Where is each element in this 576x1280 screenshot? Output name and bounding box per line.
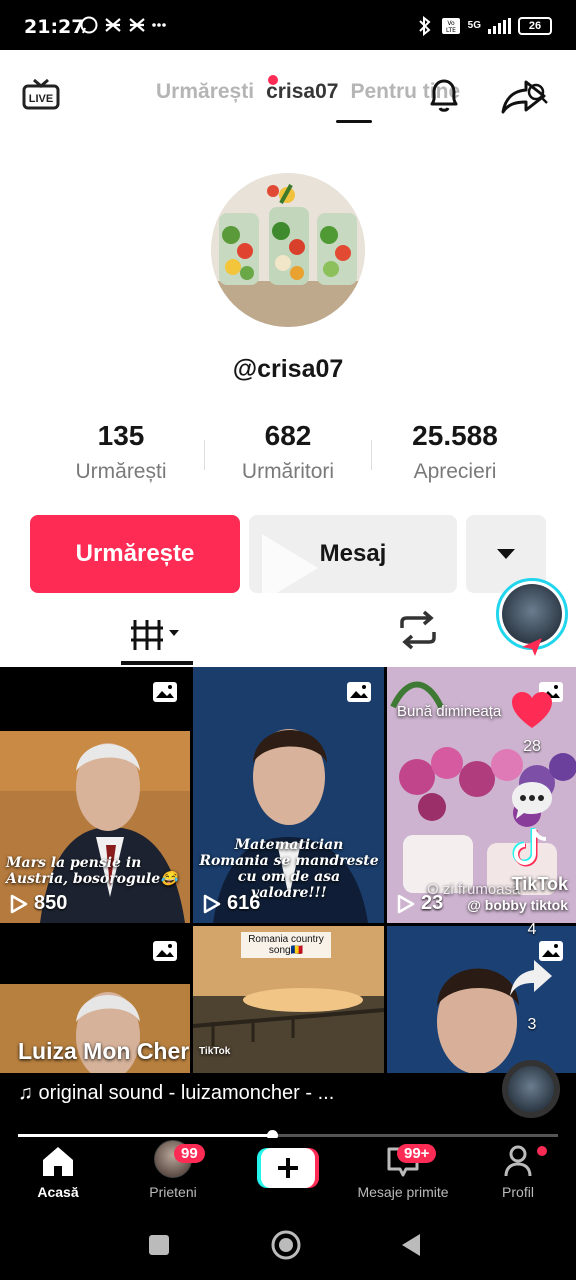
- bell-icon[interactable]: [424, 76, 464, 116]
- home-button[interactable]: [270, 1229, 302, 1261]
- svg-text:LIVE: LIVE: [29, 93, 53, 105]
- profile-username: @crisa07: [232, 355, 344, 383]
- notification-dot: [268, 75, 278, 85]
- handle-overlay: crisa07: [266, 80, 339, 103]
- tab-videos[interactable]: [121, 610, 193, 660]
- tab-home[interactable]: Acasă: [18, 1138, 98, 1210]
- play-icon: [262, 534, 318, 602]
- view-count-value: 23: [421, 892, 444, 914]
- svg-text:LTE: LTE: [446, 27, 456, 34]
- friends-badge: 99: [174, 1144, 205, 1163]
- play-count-icon: [10, 894, 28, 913]
- photo-mode-icon: [153, 682, 177, 702]
- caret-down-icon: [497, 549, 515, 559]
- sound-title[interactable]: ♫ original sound - luizamoncher - ...: [18, 1082, 334, 1105]
- network-type: 5G: [467, 20, 481, 31]
- profile-stats: 135 Urmărești 682 Urmăritori 25.588 Apre…: [37, 420, 539, 490]
- sound-bar: ♫ original sound - luizamoncher - ...: [0, 1073, 576, 1141]
- stat-label: Aprecieri: [413, 460, 497, 483]
- tab-profile-label: Profil: [502, 1184, 534, 1200]
- watermark-handle: @ bobby tiktok: [467, 897, 568, 913]
- status-time: 21:27: [24, 16, 85, 38]
- profile-panel: LIVE Urmărești crisa07 Pentru tine @cris…: [0, 50, 576, 667]
- avatar-photo: [211, 173, 365, 327]
- tiktok-logo-icon: [512, 828, 547, 867]
- tiktok-watermark: TikTok @ bobby tiktok: [448, 874, 568, 913]
- follow-button[interactable]: Urmărește: [30, 515, 240, 593]
- video-thumbnail[interactable]: Romania country song🇷🇴 TikTok: [193, 926, 384, 1073]
- system-nav-bar: [0, 1210, 576, 1280]
- status-bar: 21:27 Vo LTE 5G 26: [0, 0, 576, 50]
- creator-name[interactable]: Luiza Mon Cher: [18, 1038, 189, 1065]
- signal-icon: [488, 18, 511, 34]
- whatsapp-icon: [80, 16, 166, 34]
- view-count: 616: [203, 892, 260, 915]
- photo-mode-icon: [153, 941, 177, 961]
- music-disc[interactable]: [502, 1060, 560, 1118]
- stat-label: Urmărești: [75, 460, 167, 483]
- create-plus-button[interactable]: [257, 1148, 319, 1188]
- bottom-tab-bar: Acasă Prieteni 99 Mesaje primite 99+ Pro…: [0, 1138, 576, 1210]
- top-nav: LIVE Urmărești crisa07 Pentru tine: [0, 50, 576, 140]
- comment-count: 4: [527, 921, 537, 938]
- active-tab-indicator: [336, 120, 372, 123]
- inbox-badge: 99+: [397, 1144, 437, 1163]
- stat-likes[interactable]: 25.588 Aprecieri: [371, 420, 539, 484]
- stat-followers[interactable]: 682 Urmăritori: [204, 420, 372, 484]
- view-count: 850: [10, 892, 67, 915]
- video-caption: Romania country song🇷🇴: [241, 932, 331, 958]
- stat-label: Urmăritori: [241, 460, 335, 483]
- share-arrow-icon[interactable]: [508, 956, 554, 1000]
- video-caption: Mars la pensie in Austria, bosorogule😂: [6, 855, 178, 887]
- tab-following[interactable]: Urmărești: [156, 80, 254, 104]
- tiktok-label: TikTok: [199, 1046, 231, 1057]
- stat-value: 135: [97, 420, 145, 451]
- active-tab-underline: [121, 661, 193, 665]
- notification-icons: [80, 14, 166, 41]
- view-count-value: 616: [227, 892, 261, 914]
- profile-notification-dot: [537, 1146, 547, 1156]
- progress-fill: [18, 1134, 272, 1137]
- profile-avatar: [211, 173, 365, 327]
- stat-following[interactable]: 135 Urmărești: [37, 420, 205, 484]
- volte-icon: VoLTE: [441, 18, 460, 34]
- home-icon: [43, 1147, 73, 1176]
- share-count: 3: [527, 1016, 537, 1033]
- video-thumbnail[interactable]: Mars la pensie in Austria, bosorogule😂 8…: [0, 667, 190, 923]
- svg-text:Vo: Vo: [447, 20, 455, 27]
- follow-plus-icon[interactable]: [519, 636, 545, 658]
- view-count-value: 850: [34, 892, 68, 914]
- play-count-icon: [397, 894, 415, 913]
- view-count: 23: [397, 892, 443, 915]
- bluetooth-icon: [418, 16, 431, 36]
- battery-icon: 26: [518, 17, 552, 35]
- like-count: 28: [523, 738, 541, 755]
- video-caption: Bună dimineața: [397, 703, 502, 720]
- stat-value: 682: [264, 420, 312, 451]
- comment-icon[interactable]: [510, 780, 554, 822]
- videos-grid-icon: [131, 620, 179, 650]
- video-progress[interactable]: [18, 1130, 558, 1141]
- profile-icon: [504, 1145, 532, 1177]
- video-thumbnail[interactable]: Matematician Romania se mandreste cu om …: [193, 667, 384, 923]
- creator-avatar-image: [502, 584, 562, 644]
- repost-icon[interactable]: [392, 610, 444, 650]
- back-button[interactable]: [400, 1232, 422, 1258]
- tab-inbox-label: Mesaje primite: [357, 1184, 449, 1200]
- share-profile-icon[interactable]: [500, 76, 554, 118]
- watermark-brand: TikTok: [511, 874, 568, 894]
- photo-mode-icon: [347, 682, 371, 702]
- tab-friends-label: Prieteni: [149, 1184, 197, 1200]
- play-count-icon: [203, 894, 221, 913]
- stat-value: 25.588: [412, 420, 498, 451]
- heart-icon[interactable]: [510, 690, 554, 730]
- tab-home-label: Acasă: [37, 1184, 79, 1200]
- video-grid: Mars la pensie in Austria, bosorogule😂 8…: [0, 667, 576, 1073]
- live-tv-icon[interactable]: LIVE: [22, 78, 64, 112]
- recents-button[interactable]: [148, 1234, 170, 1256]
